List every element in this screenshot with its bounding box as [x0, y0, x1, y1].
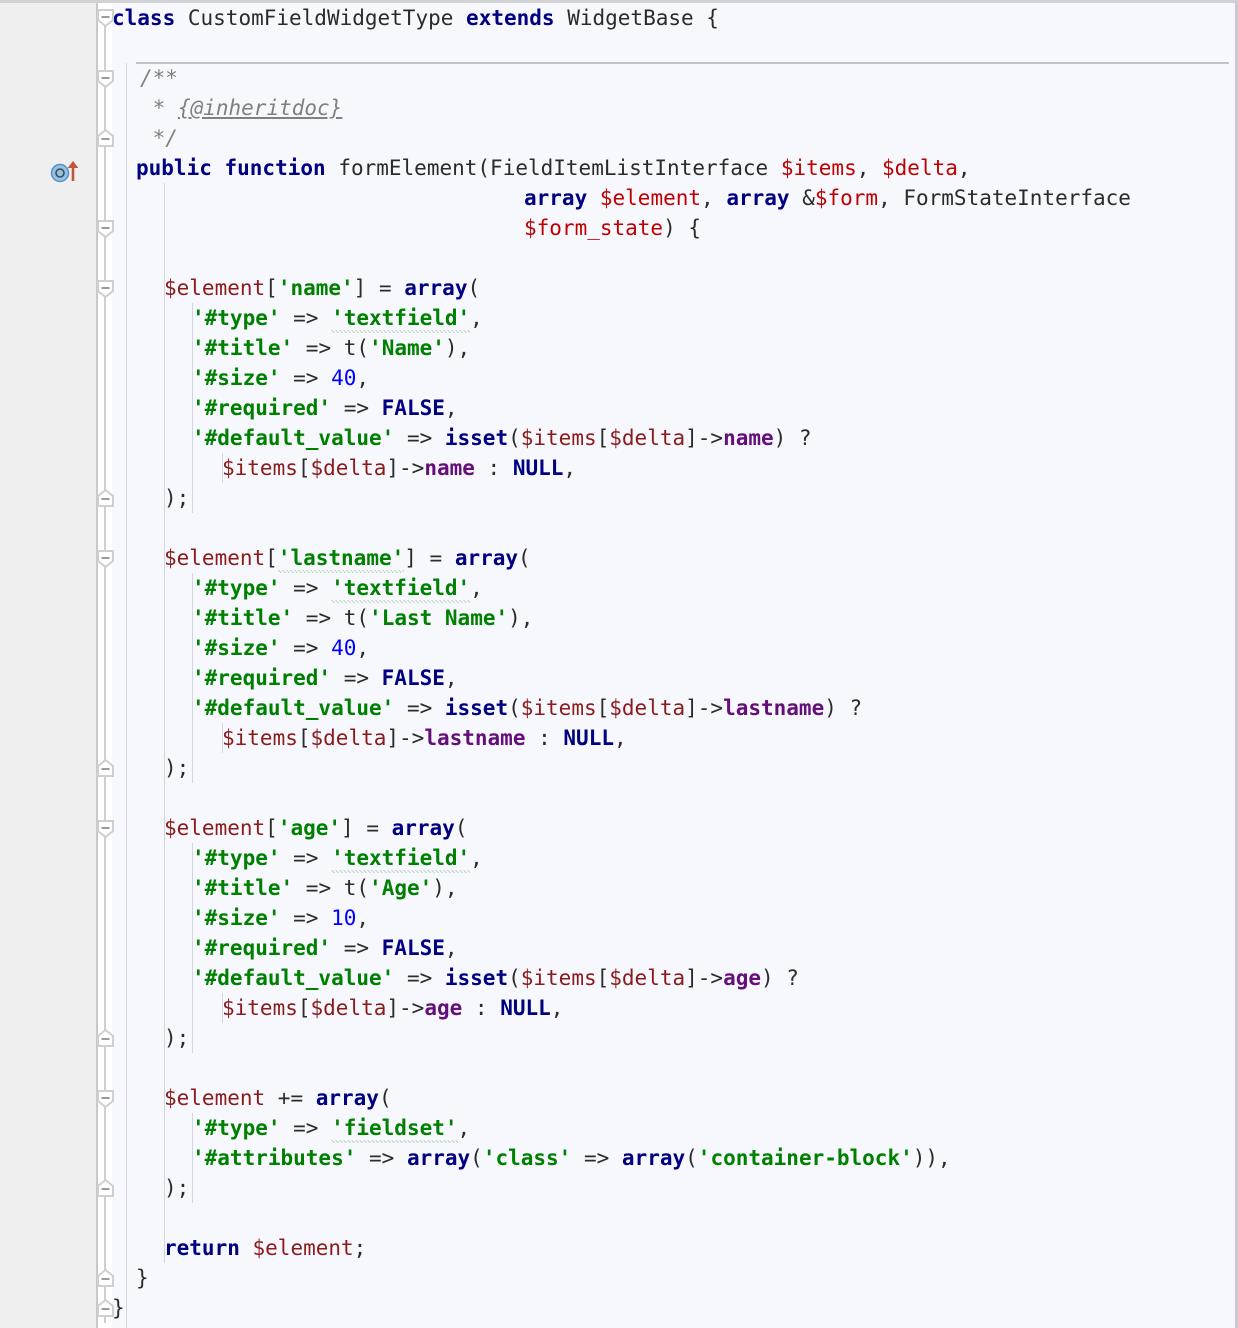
code-line-32[interactable]: '#size' => 40,	[192, 363, 369, 393]
fold-marker-end-24[interactable]	[96, 129, 115, 148]
code-line-39[interactable]: '#type' => 'textfield',	[192, 573, 483, 603]
fold-marker-end-36[interactable]	[96, 489, 115, 508]
code-line-25[interactable]: public function formElement(FieldItemLis…	[136, 153, 971, 183]
code-line-33[interactable]: '#required' => FALSE,	[192, 393, 458, 423]
code-line-31[interactable]: '#title' => t('Name'),	[192, 333, 470, 363]
code-line-60[interactable]	[112, 1203, 125, 1233]
code-line-35[interactable]: $items[$delta]->name : NULL,	[222, 453, 576, 483]
fold-marker-start-20[interactable]	[96, 8, 115, 27]
indent-guide	[126, 63, 127, 1328]
fold-marker-start-29[interactable]	[96, 279, 115, 298]
code-line-59[interactable]: );	[164, 1173, 189, 1203]
code-line-27[interactable]: $form_state) {	[524, 213, 701, 243]
code-line-53[interactable]: $items[$delta]->age : NULL,	[222, 993, 563, 1023]
code-line-43[interactable]: '#default_value' => isset($items[$delta]…	[192, 693, 862, 723]
code-line-34[interactable]: '#default_value' => isset($items[$delta]…	[192, 423, 812, 453]
code-line-20[interactable]: class CustomFieldWidgetType extends Widg…	[112, 3, 719, 33]
overridden-method-icon[interactable]	[50, 159, 90, 183]
code-line-56[interactable]: $element += array(	[164, 1083, 392, 1113]
code-line-24[interactable]: */	[140, 123, 178, 153]
code-line-51[interactable]: '#required' => FALSE,	[192, 933, 458, 963]
code-line-62[interactable]: }	[136, 1263, 149, 1293]
fold-marker-end-59[interactable]	[96, 1179, 115, 1198]
fold-marker-start-38[interactable]	[96, 549, 115, 568]
code-line-57[interactable]: '#type' => 'fieldset',	[192, 1113, 470, 1143]
code-line-36[interactable]: );	[164, 483, 189, 513]
code-line-40[interactable]: '#title' => t('Last Name'),	[192, 603, 533, 633]
fold-marker-end-63[interactable]	[96, 1299, 115, 1318]
code-content-area[interactable]: class CustomFieldWidgetType extends Widg…	[112, 3, 1235, 1328]
code-line-48[interactable]: '#type' => 'textfield',	[192, 843, 483, 873]
fold-marker-start-56[interactable]	[96, 1089, 115, 1108]
code-line-28[interactable]	[112, 243, 125, 273]
fold-marker-start-27[interactable]	[96, 219, 115, 238]
code-line-29[interactable]: $element['name'] = array(	[164, 273, 480, 303]
fold-marker-start-47[interactable]	[96, 819, 115, 838]
fold-connector	[104, 13, 106, 1323]
method-separator	[136, 62, 1229, 64]
code-line-46[interactable]	[112, 783, 125, 813]
code-line-61[interactable]: return $element;	[164, 1233, 366, 1263]
fold-marker-end-62[interactable]	[96, 1269, 115, 1288]
code-line-26[interactable]: array $element, array &$form, FormStateI…	[524, 183, 1131, 213]
code-line-23[interactable]: * {@inheritdoc}	[140, 93, 343, 123]
code-line-50[interactable]: '#size' => 10,	[192, 903, 369, 933]
code-line-45[interactable]: );	[164, 753, 189, 783]
code-line-30[interactable]: '#type' => 'textfield',	[192, 303, 483, 333]
editor-gutter[interactable]	[0, 3, 98, 1328]
code-line-42[interactable]: '#required' => FALSE,	[192, 663, 458, 693]
code-line-22[interactable]: /**	[140, 63, 178, 93]
code-line-41[interactable]: '#size' => 40,	[192, 633, 369, 663]
code-editor[interactable]: class CustomFieldWidgetType extends Widg…	[0, 0, 1238, 1328]
fold-marker-end-45[interactable]	[96, 759, 115, 778]
code-line-49[interactable]: '#title' => t('Age'),	[192, 873, 458, 903]
fold-marker-end-54[interactable]	[96, 1029, 115, 1048]
code-line-55[interactable]	[112, 1053, 125, 1083]
code-line-44[interactable]: $items[$delta]->lastname : NULL,	[222, 723, 627, 753]
code-line-54[interactable]: );	[164, 1023, 189, 1053]
code-line-37[interactable]	[112, 513, 125, 543]
code-line-21[interactable]	[112, 33, 125, 63]
fold-marker-start-22[interactable]	[96, 69, 115, 88]
code-line-47[interactable]: $element['age'] = array(	[164, 813, 467, 843]
code-line-52[interactable]: '#default_value' => isset($items[$delta]…	[192, 963, 799, 993]
code-line-38[interactable]: $element['lastname'] = array(	[164, 543, 531, 573]
code-line-58[interactable]: '#attributes' => array('class' => array(…	[192, 1143, 951, 1173]
